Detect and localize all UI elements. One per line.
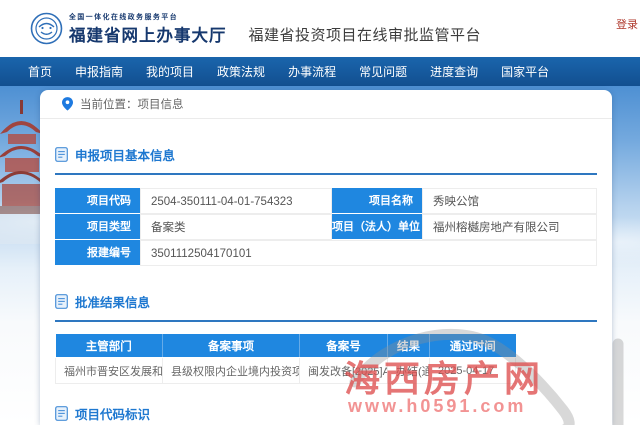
breadcrumb: 当前位置：项目信息 <box>40 90 612 119</box>
document-icon <box>55 147 68 162</box>
field-value-project-code: 2504-350111-04-01-754323 <box>140 188 332 214</box>
nav-item-national-platform[interactable]: 国家平台 <box>501 63 549 80</box>
cell-record-item: 县级权限内企业境内投资项目备案 <box>163 358 300 384</box>
section-basic-info: 申报项目基本信息 项目代码 2504-350111-04-01-754323 项… <box>40 145 612 266</box>
cell-result: 办结(通过) <box>388 358 430 384</box>
platform-title: 福建省投资项目在线审批监管平台 <box>249 24 482 45</box>
breadcrumb-label: 当前位置：项目信息 <box>80 96 184 112</box>
site-logo[interactable]: 全国一体化在线政务服务平台 福建省网上办事大厅 <box>30 11 227 46</box>
nav-item-policy-regulations[interactable]: 政策法规 <box>217 63 265 80</box>
main-nav: 首页 申报指南 我的项目 政策法规 办事流程 常见问题 进度查询 国家平台 <box>0 57 640 86</box>
nav-item-faq[interactable]: 常见问题 <box>359 63 407 80</box>
section-basic-info-header: 申报项目基本信息 <box>55 145 597 164</box>
section-divider <box>55 173 597 175</box>
section-title-project-code: 项目代码标识 <box>75 404 150 423</box>
col-header-record-no: 备案号 <box>300 334 388 358</box>
login-link[interactable]: 登录 <box>616 16 638 32</box>
nav-item-my-projects[interactable]: 我的项目 <box>146 63 194 80</box>
site-header: 全国一体化在线政务服务平台 福建省网上办事大厅 福建省投资项目在线审批监管平台 … <box>0 0 640 57</box>
section-divider <box>55 320 597 322</box>
nav-item-declaration-guide[interactable]: 申报指南 <box>75 63 123 80</box>
table-header-row: 主管部门 备案事项 备案号 结果 通过时间 <box>56 334 516 358</box>
col-header-department: 主管部门 <box>56 334 163 358</box>
basic-info-table: 项目代码 2504-350111-04-01-754323 项目名称 秀映公馆 … <box>55 188 597 266</box>
field-label-project-type: 项目类型 <box>55 214 140 240</box>
field-label-legal-unit: 项目（法人）单位 <box>332 214 422 240</box>
logo-line1: 全国一体化在线政务服务平台 <box>69 11 227 21</box>
section-approval-result-header: 批准结果信息 <box>55 292 597 311</box>
document-icon <box>55 406 68 421</box>
document-icon <box>55 294 68 309</box>
table-row: 福州市晋安区发展和改革局 县级权限内企业境内投资项目备案 闽发改备[2025]A… <box>56 358 516 384</box>
section-title-approval-result: 批准结果信息 <box>75 292 150 311</box>
field-label-construction-no: 报建编号 <box>55 240 140 266</box>
location-pin-icon <box>62 97 73 111</box>
field-value-project-name: 秀映公馆 <box>422 188 597 214</box>
col-header-result: 结果 <box>388 334 430 358</box>
field-label-project-name: 项目名称 <box>332 188 422 214</box>
col-header-pass-date: 通过时间 <box>430 334 516 358</box>
field-value-construction-no: 3501112504170101 <box>140 240 597 266</box>
logo-text: 全国一体化在线政务服务平台 福建省网上办事大厅 <box>69 11 227 46</box>
content-card: 当前位置：项目信息 申报项目基本信息 项目代码 2504-350111-0 <box>40 90 612 425</box>
section-title-basic-info: 申报项目基本信息 <box>75 145 175 164</box>
nav-item-service-process[interactable]: 办事流程 <box>288 63 336 80</box>
page-background: 当前位置：项目信息 申报项目基本信息 项目代码 2504-350111-0 <box>0 86 640 425</box>
field-label-project-code: 项目代码 <box>55 188 140 214</box>
cell-record-no: 闽发改备[2025]A040129 <box>300 358 388 384</box>
section-approval-result: 批准结果信息 主管部门 备案事项 备案号 结果 通过时间 <box>40 292 612 384</box>
gov-emblem-icon <box>30 12 63 45</box>
field-value-project-type: 备案类 <box>140 214 332 240</box>
section-project-code-header: 项目代码标识 <box>55 404 597 423</box>
nav-item-home[interactable]: 首页 <box>28 63 52 80</box>
screen: 全国一体化在线政务服务平台 福建省网上办事大厅 福建省投资项目在线审批监管平台 … <box>0 0 640 425</box>
logo-line2: 福建省网上办事大厅 <box>69 22 227 46</box>
col-header-record-item: 备案事项 <box>163 334 300 358</box>
field-value-legal-unit: 福州榕樾房地产有限公司 <box>422 214 597 240</box>
cell-department: 福州市晋安区发展和改革局 <box>56 358 163 384</box>
approval-result-table: 主管部门 备案事项 备案号 结果 通过时间 福州市晋安区发展和改革局 县级权限内… <box>55 334 516 384</box>
section-project-code: 项目代码标识 <box>40 404 612 425</box>
nav-item-progress-inquiry[interactable]: 进度查询 <box>430 63 478 80</box>
cell-pass-date: 2025-04-17 <box>430 358 516 384</box>
